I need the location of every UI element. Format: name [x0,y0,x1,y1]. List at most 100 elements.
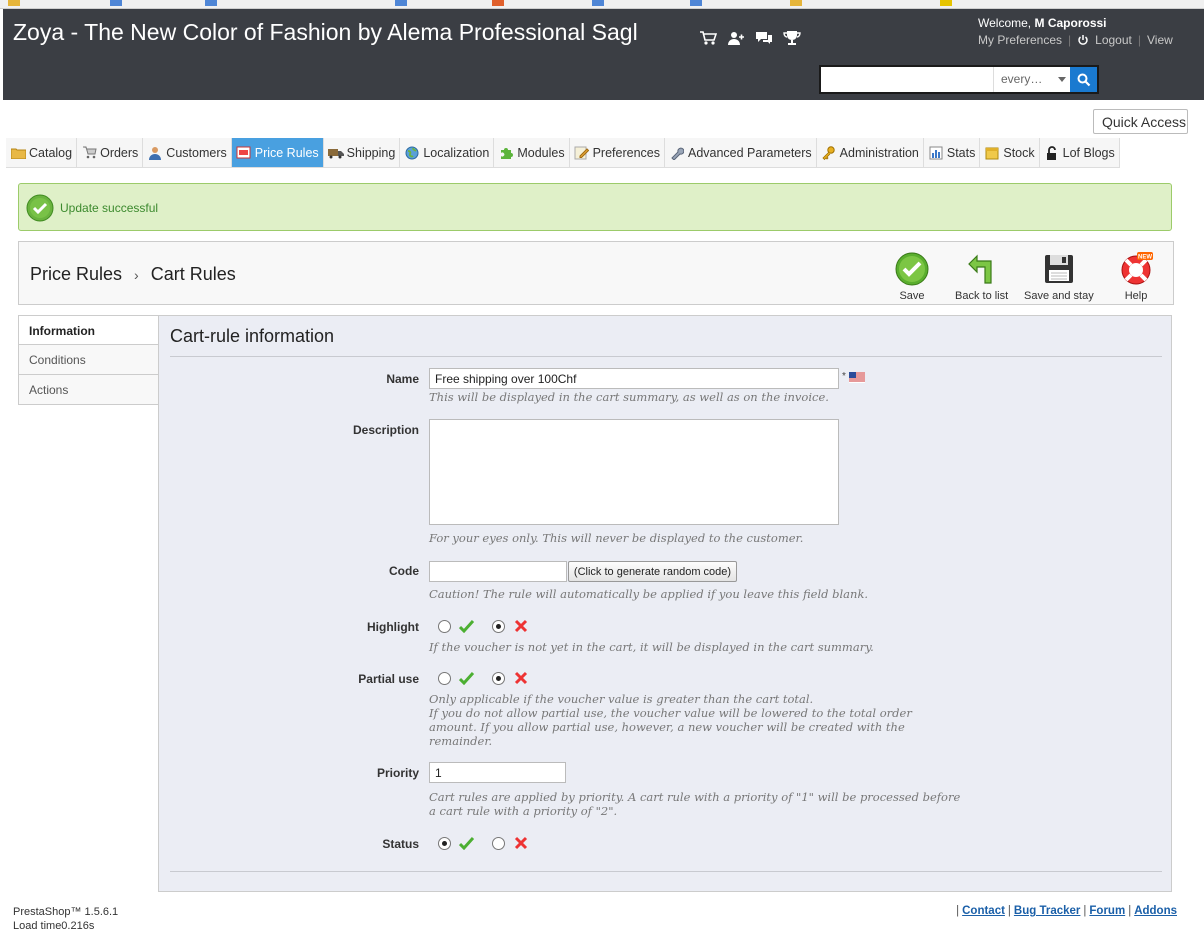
person-icon [147,146,163,160]
search-scope-select[interactable]: every… [993,67,1071,92]
us-flag-icon[interactable] [849,372,865,386]
partial-use-yes-radio[interactable] [438,672,451,685]
check-icon [458,671,475,688]
floppy-disk-icon [1044,255,1073,283]
help-button[interactable]: NEW Help [1119,252,1153,302]
save-button[interactable]: Save [895,252,929,302]
lifebuoy-icon: NEW [1121,252,1153,285]
pencil-icon [574,146,590,160]
check-icon [458,836,475,853]
tab-lof-blogs[interactable]: Lof Blogs [1039,138,1120,167]
description-hint: For your eyes only. This will never be d… [429,531,804,545]
cart-icon [81,146,97,160]
cross-icon [514,836,528,853]
name-input[interactable] [429,368,839,389]
svg-text:NEW: NEW [1138,255,1152,261]
status-disabled-radio[interactable] [492,837,505,850]
tab-catalog[interactable]: Catalog [6,138,78,167]
highlight-no-radio[interactable] [492,620,505,633]
check-circle-icon [26,194,54,225]
code-input[interactable] [429,561,567,582]
breadcrumb-current: Cart Rules [150,264,236,284]
side-tab-actions[interactable]: Actions [18,375,159,405]
priority-hint-2: a cart rule with a priority of "2". [429,804,618,818]
logout-link[interactable]: Logout [1095,33,1132,47]
addons-link[interactable]: Addons [1134,905,1177,917]
name-hint: This will be displayed in the cart summa… [429,390,829,404]
tab-orders[interactable]: Orders [77,138,144,167]
side-tab-conditions[interactable]: Conditions [18,345,159,375]
customers-icon[interactable] [726,29,746,47]
welcome-text: Welcome, M Caporossi [978,16,1107,30]
partial-use-no-radio[interactable] [492,672,505,685]
footer-info: PrestaShop™ 1.5.6.1 Load time0.216s [13,905,118,933]
chevron-right-icon: › [134,266,139,283]
divider [170,871,1162,872]
messages-icon[interactable] [754,29,774,47]
tab-stock[interactable]: Stock [980,138,1040,167]
tab-customers[interactable]: Customers [143,138,232,167]
highlight-yes-radio[interactable] [438,620,451,633]
partial-use-hint-3: amount. If you allow partial use, howeve… [429,720,905,734]
tab-modules[interactable]: Modules [494,138,570,167]
save-check-icon [895,252,929,286]
shop-title[interactable]: Zoya - The New Color of Fashion by Alema… [13,19,638,46]
chevron-down-icon [1058,77,1066,82]
priority-input[interactable] [429,762,566,783]
truck-icon [327,146,344,160]
search-input[interactable] [823,69,991,90]
highlight-hint: If the voucher is not yet in the cart, i… [429,640,874,654]
search-button[interactable] [1070,67,1097,92]
tab-stats[interactable]: Stats [923,138,981,167]
contact-link[interactable]: Contact [962,905,1005,917]
bug-tracker-link[interactable]: Bug Tracker [1014,905,1080,917]
search-icon [1077,73,1090,86]
trophy-icon[interactable] [782,29,802,47]
user-name: M Caporossi [1034,16,1107,30]
back-arrow-icon [967,254,992,284]
my-preferences-link[interactable]: My Preferences [978,33,1062,47]
generate-code-button[interactable]: (Click to generate random code) [568,561,737,582]
load-time-text: Load time0.216s [13,920,95,932]
save-and-stay-button[interactable]: Save and stay [1024,252,1094,302]
version-text: PrestaShop™ 1.5.6.1 [13,906,119,918]
status-label: Status [382,837,419,851]
search-box: every… [819,65,1099,94]
name-label: Name [386,372,419,386]
tab-administration[interactable]: Administration [816,138,924,167]
priority-hint-1: Cart rules are applied by priority. A ca… [429,790,961,804]
check-icon [458,619,475,636]
bar-chart-icon [928,146,944,160]
partial-use-hint-1: Only applicable if the voucher value is … [429,692,814,706]
description-label: Description [352,423,419,437]
view-shop-link[interactable]: View [1147,33,1173,47]
cart-icon[interactable] [698,29,718,47]
quick-access-button[interactable]: Quick Access [1093,109,1188,134]
footer-links: | Contact | Bug Tracker | Forum | Addons [956,905,1177,917]
success-alert: Update successful [18,183,1172,231]
tab-shipping[interactable]: Shipping [323,138,401,167]
key-icon [821,145,837,160]
box-icon [984,146,1000,160]
browser-bookmarks-strip [0,0,1204,9]
tab-localization[interactable]: Localization [400,138,495,167]
cart-rule-form: Cart-rule information Name * This will b… [158,315,1172,892]
lock-icon [1044,145,1060,160]
tab-advanced-parameters[interactable]: Advanced Parameters [664,138,817,167]
page-toolbar: Price Rules › Cart Rules Save Back to li… [18,241,1174,305]
side-tab-information[interactable]: Information [18,315,159,345]
back-to-list-button[interactable]: Back to list [955,252,1008,302]
form-title: Cart-rule information [170,326,335,346]
tab-preferences[interactable]: Preferences [569,138,665,167]
cross-icon [514,619,528,636]
divider [170,356,1162,357]
code-hint: Caution! The rule will automatically be … [429,587,869,601]
power-icon [1077,34,1089,46]
forum-link[interactable]: Forum [1089,905,1125,917]
description-textarea[interactable] [429,419,839,525]
breadcrumb-parent[interactable]: Price Rules [30,264,122,285]
status-enabled-radio[interactable] [438,837,451,850]
partial-use-hint-4: remainder. [429,734,493,748]
tab-price-rules[interactable]: Price Rules [231,138,324,167]
partial-use-label: Partial use [358,672,419,686]
